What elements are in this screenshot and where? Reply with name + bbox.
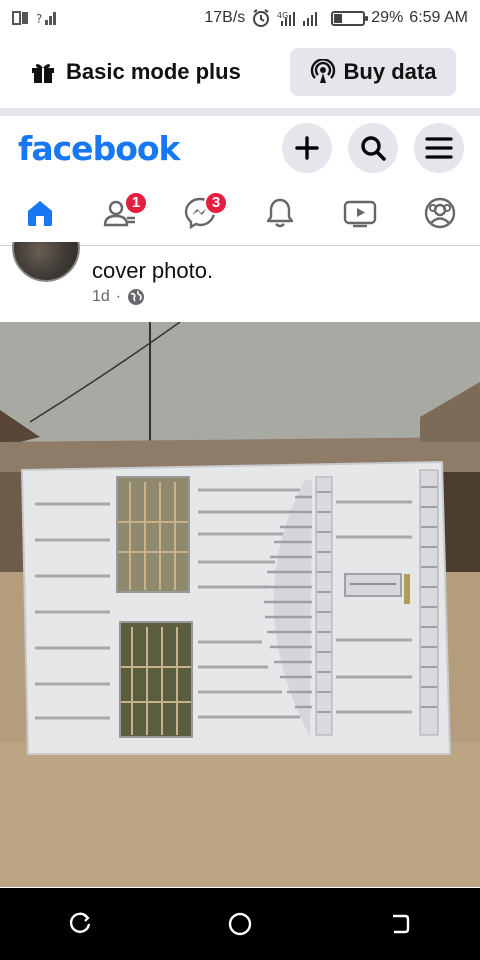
search-icon xyxy=(361,136,386,161)
tab-home[interactable] xyxy=(10,183,70,243)
tab-notifications[interactable] xyxy=(250,183,310,243)
buy-data-label: Buy data xyxy=(343,59,437,84)
post-photo[interactable] xyxy=(0,322,480,887)
globe-icon xyxy=(128,289,145,305)
menu-button[interactable] xyxy=(414,123,464,173)
recent-apps-icon[interactable] xyxy=(67,911,93,937)
gift-icon xyxy=(32,64,54,83)
messenger-badge: 3 xyxy=(204,190,228,215)
hamburger-icon xyxy=(425,137,453,159)
top-nav: 1 3 xyxy=(0,180,480,246)
tab-profile[interactable] xyxy=(410,183,470,243)
avatar[interactable] xyxy=(12,242,80,282)
status-bar: ? 17B/s 4G 29% 6:59 AM xyxy=(0,0,480,36)
facebook-logo[interactable]: facebook xyxy=(18,129,180,168)
svg-text:?: ? xyxy=(36,12,42,26)
home-icon xyxy=(28,200,52,226)
video-icon xyxy=(343,200,377,227)
system-nav-bar xyxy=(0,888,480,960)
network-speed: 17B/s xyxy=(204,9,246,26)
alarm-icon xyxy=(253,9,270,27)
battery-icon xyxy=(331,10,369,26)
divider xyxy=(0,108,480,116)
signal-icon: ? xyxy=(36,12,56,26)
tab-messenger[interactable]: 3 xyxy=(170,183,230,243)
notification-icon xyxy=(12,11,28,25)
cell-signal-icon: 4G xyxy=(277,11,318,26)
app-header: facebook xyxy=(0,118,480,178)
friends-badge: 1 xyxy=(124,190,148,215)
basic-mode-title: Basic mode plus xyxy=(66,59,241,84)
back-icon[interactable] xyxy=(387,911,413,937)
basic-mode-bar: Basic mode plus Buy data xyxy=(0,44,480,100)
tab-watch[interactable] xyxy=(330,183,390,243)
broadcast-icon xyxy=(310,59,335,83)
buy-data-button[interactable]: Buy data xyxy=(290,48,456,96)
post-time[interactable]: 1d xyxy=(92,288,110,306)
plus-icon xyxy=(295,136,319,160)
clock: 6:59 AM xyxy=(409,9,468,26)
home-circle-icon[interactable] xyxy=(227,911,253,937)
meta-separator: · xyxy=(115,288,122,305)
create-button[interactable] xyxy=(282,123,332,173)
gate-photo xyxy=(0,322,480,887)
profile-icon xyxy=(424,197,456,228)
search-button[interactable] xyxy=(348,123,398,173)
tab-friends[interactable]: 1 xyxy=(90,183,150,243)
battery-percent: 29% xyxy=(371,9,404,26)
post-text: cover photo. xyxy=(92,258,214,283)
post-meta: 1d · xyxy=(92,288,145,306)
bell-icon xyxy=(266,198,294,227)
